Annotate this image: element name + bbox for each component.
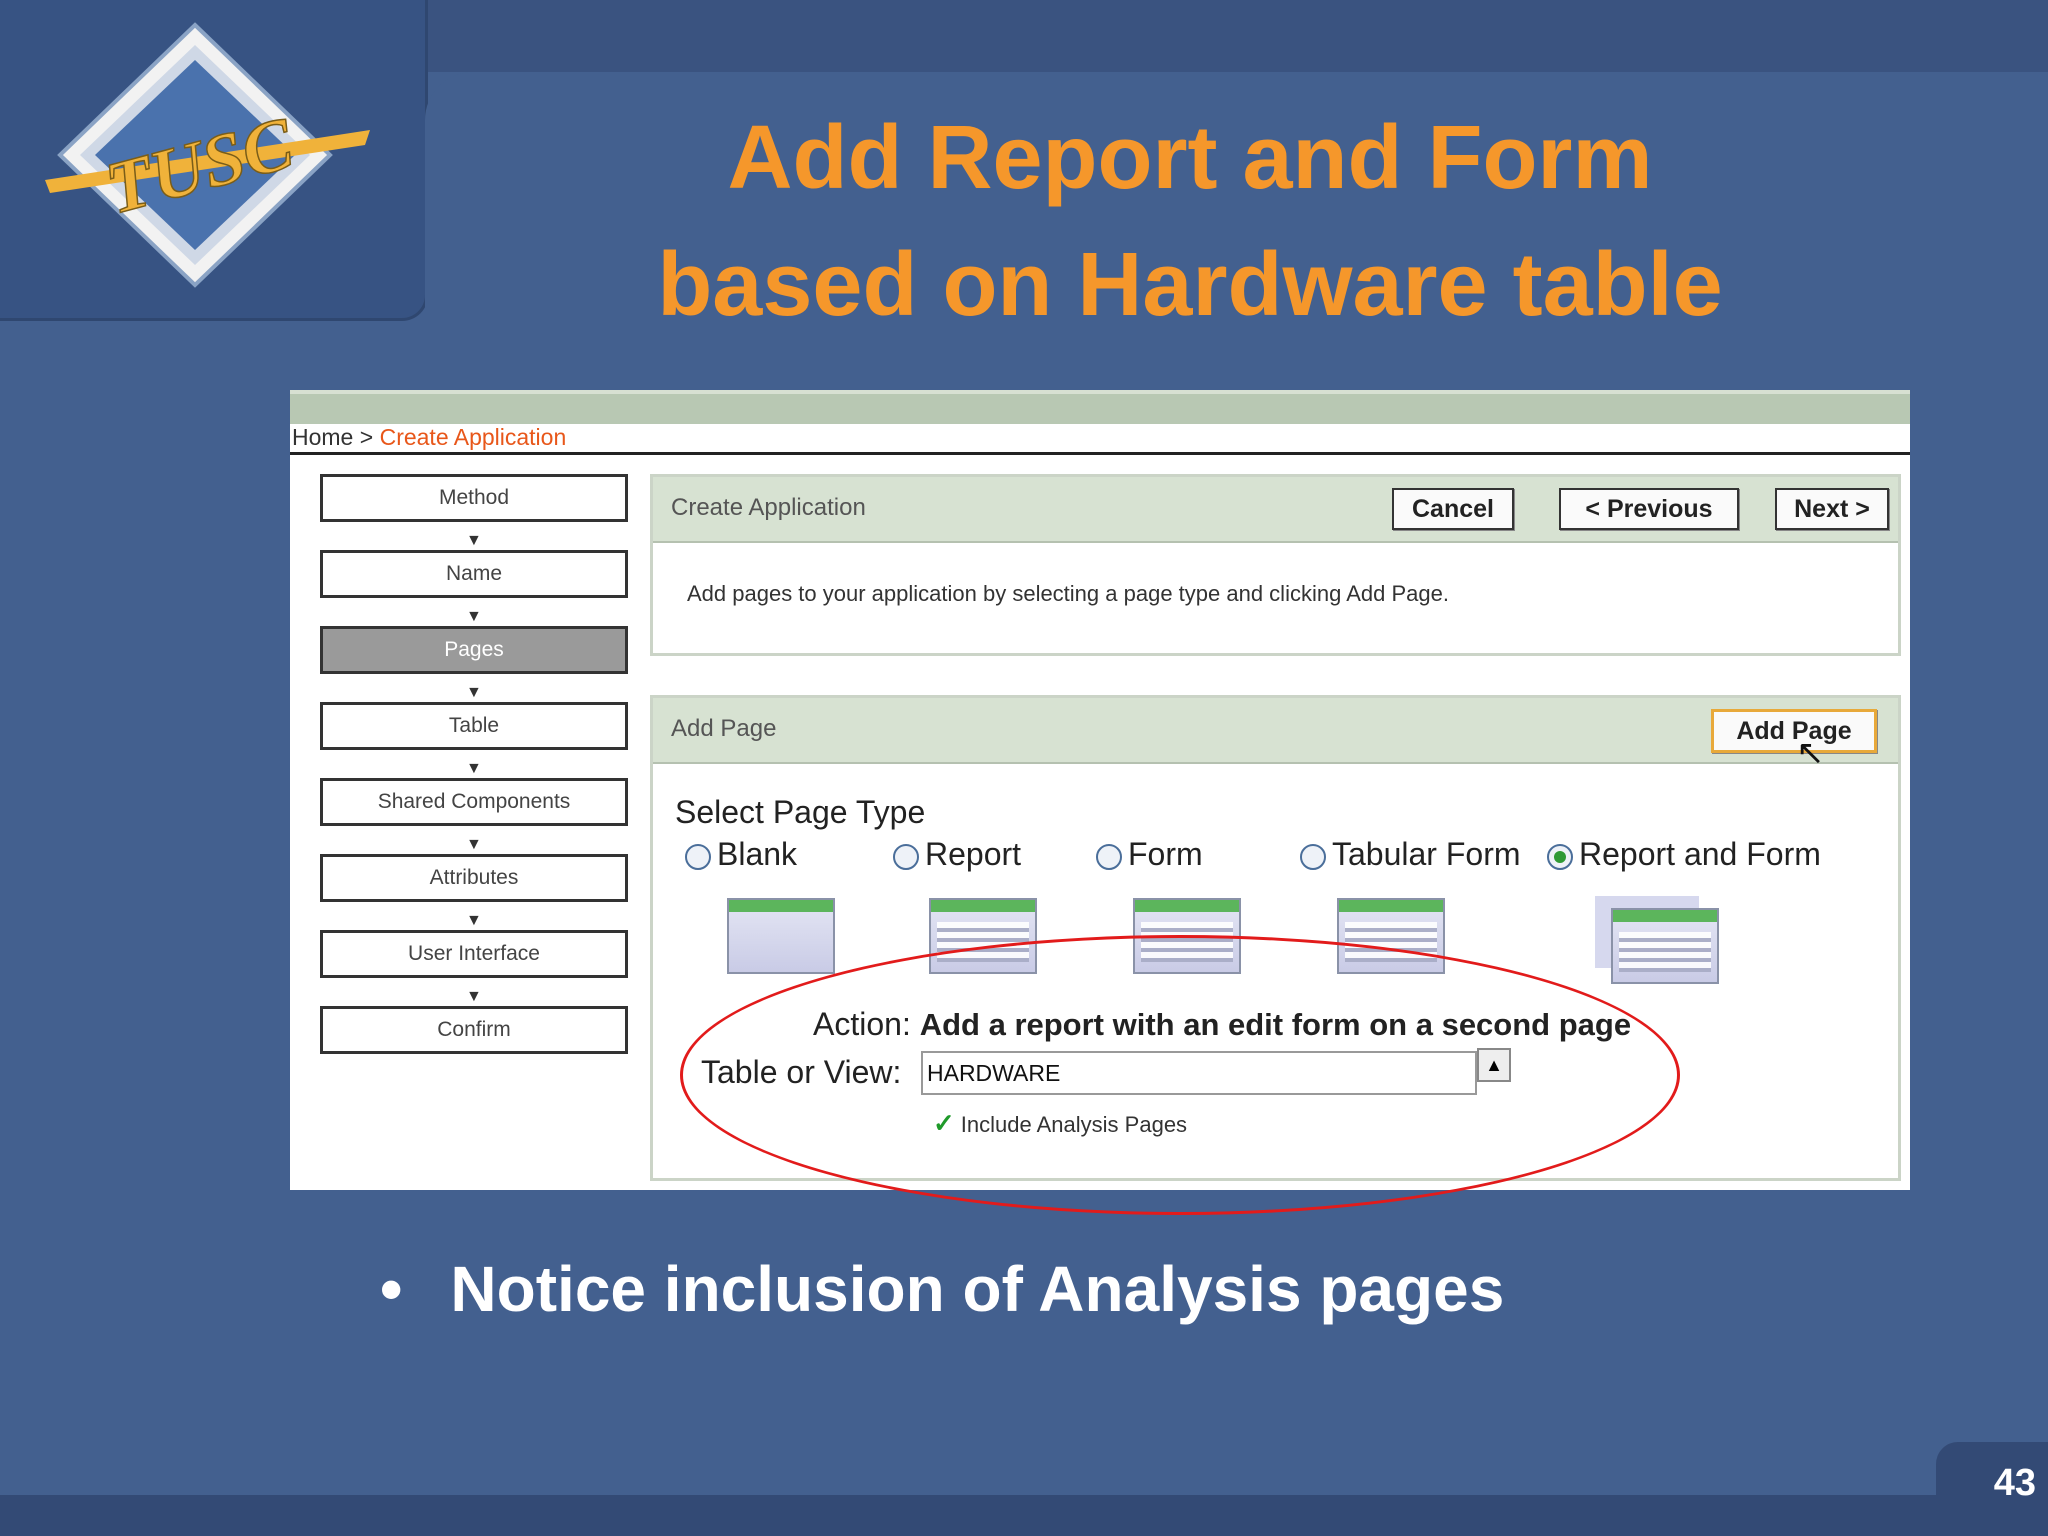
step-pages: Pages ▼ xyxy=(320,626,628,701)
radio-icon[interactable] xyxy=(1300,843,1326,870)
icon-header-bar xyxy=(729,900,833,912)
breadcrumb-current: Create Application xyxy=(379,424,567,450)
step-arrow-icon: ▼ xyxy=(466,684,482,701)
step-attributes: Attributes ▼ xyxy=(320,854,628,929)
step-user-interface: User Interface ▼ xyxy=(320,930,628,1005)
region-title: Add Page xyxy=(671,715,777,742)
bullet-point: • Notice inclusion of Analysis pages xyxy=(380,1252,1504,1326)
step-arrow-icon: ▼ xyxy=(466,608,482,625)
page-number: 43 xyxy=(1993,1462,2036,1504)
bullet-text: Notice inclusion of Analysis pages xyxy=(450,1253,1505,1325)
icon-header-bar xyxy=(1339,900,1443,912)
step-label: Name xyxy=(445,562,503,585)
tusc-logo: TUSC xyxy=(45,22,370,288)
page-type-tabular-form[interactable]: Tabular Form xyxy=(1300,836,1521,873)
step-arrow-icon: ▼ xyxy=(466,760,482,777)
step-arrow-icon: ▼ xyxy=(466,912,482,929)
next-button[interactable]: Next > xyxy=(1775,488,1889,530)
icon-header-bar xyxy=(1613,910,1717,922)
highlight-ellipse xyxy=(680,935,1680,1215)
radio-selected-icon[interactable] xyxy=(1547,843,1573,870)
slide-title: Add Report and Form based on Hardware ta… xyxy=(540,95,1840,349)
region-title: Create Application xyxy=(671,494,866,521)
icon-header-bar xyxy=(931,900,1035,912)
title-line-1: Add Report and Form xyxy=(727,108,1653,208)
page-type-report[interactable]: Report xyxy=(893,836,1021,873)
add-page-button[interactable]: Add Page xyxy=(1711,709,1877,753)
page-type-form[interactable]: Form xyxy=(1096,836,1203,873)
breadcrumb-home[interactable]: Home > xyxy=(292,424,373,450)
breadcrumb: Home > Create Application xyxy=(292,424,566,451)
step-label: User Interface xyxy=(408,942,540,965)
step-label: Attributes xyxy=(429,866,519,889)
step-confirm: Confirm xyxy=(320,1006,628,1054)
create-application-region: Create Application Cancel < Previous Nex… xyxy=(650,474,1901,656)
step-arrow-icon: ▼ xyxy=(466,836,482,853)
step-table: Table ▼ xyxy=(320,702,628,777)
blank-page-icon[interactable] xyxy=(727,898,835,974)
step-label: Shared Components xyxy=(377,790,571,813)
step-arrow-icon: ▼ xyxy=(466,988,482,1005)
cancel-button[interactable]: Cancel xyxy=(1392,488,1514,530)
page-type-label: Report xyxy=(925,836,1022,872)
region-header: Create Application Cancel < Previous Nex… xyxy=(653,477,1898,543)
logo-panel: TUSC xyxy=(0,0,428,321)
step-name: Name ▼ xyxy=(320,550,628,625)
app-top-bar xyxy=(290,390,1910,424)
icon-lines xyxy=(1619,932,1711,972)
step-shared-components: Shared Components ▼ xyxy=(320,778,628,853)
step-label: Confirm xyxy=(437,1018,511,1041)
icon-header-bar xyxy=(1135,900,1239,912)
page-type-report-and-form[interactable]: Report and Form xyxy=(1547,836,1821,873)
previous-button[interactable]: < Previous xyxy=(1559,488,1739,530)
title-line-2: based on Hardware table xyxy=(657,235,1723,335)
page-type-label: Form xyxy=(1128,836,1203,872)
radio-icon[interactable] xyxy=(1096,843,1122,870)
step-label: Method xyxy=(438,486,510,509)
page-type-blank[interactable]: Blank xyxy=(685,836,797,873)
page-type-label: Blank xyxy=(717,836,798,872)
page-type-label: Tabular Form xyxy=(1332,836,1521,872)
region-header: Add Page Add Page xyxy=(653,698,1898,764)
breadcrumb-divider xyxy=(290,452,1910,455)
wizard-steps: Method ▼ Name ▼ Pages ▼ Table ▼ Shared Compo… xyxy=(320,474,630,1082)
step-label: Table xyxy=(448,714,500,737)
step-label: Pages xyxy=(444,638,504,661)
page-type-label: Report and Form xyxy=(1579,836,1821,872)
radio-icon[interactable] xyxy=(893,843,919,870)
select-page-type-label: Select Page Type xyxy=(675,794,926,830)
bullet-icon: • xyxy=(380,1253,403,1325)
footer-bar xyxy=(0,1495,2048,1536)
mouse-pointer-icon: ↖ xyxy=(1796,734,1825,772)
instruction-text: Add pages to your application by selecti… xyxy=(687,581,1449,606)
step-arrow-icon: ▼ xyxy=(466,532,482,549)
radio-icon[interactable] xyxy=(685,843,711,870)
report-and-form-page-icon[interactable] xyxy=(1611,908,1719,984)
step-method: Method ▼ xyxy=(320,474,628,549)
